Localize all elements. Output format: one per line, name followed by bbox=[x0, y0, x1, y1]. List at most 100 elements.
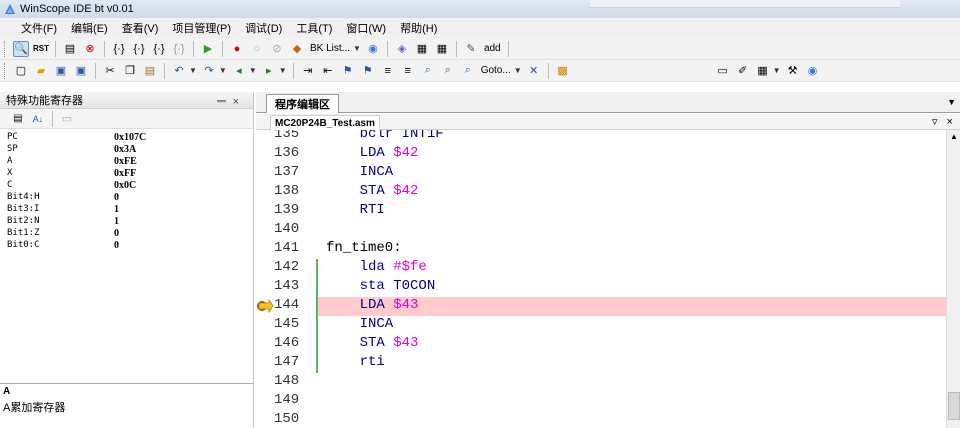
find-icon[interactable]: ⌕ bbox=[420, 63, 436, 79]
add-tool-icon[interactable]: ✎ bbox=[463, 41, 479, 57]
code-line[interactable]: 142 lda #$fe bbox=[256, 259, 946, 278]
step-into-icon[interactable]: {·} bbox=[111, 41, 127, 57]
watch-window-icon[interactable]: ▦ bbox=[434, 41, 450, 57]
properties-icon[interactable]: ✐ bbox=[735, 63, 751, 79]
code-line[interactable]: 148 bbox=[256, 373, 946, 392]
code-line[interactable]: 141 fn_time0: bbox=[256, 240, 946, 259]
menu-item[interactable]: 编辑(E) bbox=[64, 20, 115, 36]
tab-program-editor[interactable]: 程序编辑区 bbox=[266, 94, 339, 113]
register-value[interactable]: 0xFF bbox=[114, 168, 136, 179]
register-value[interactable]: 0 bbox=[114, 240, 119, 251]
register-value[interactable]: 0 bbox=[114, 192, 119, 203]
clear-breakpoints-icon[interactable]: ⊘ bbox=[269, 41, 285, 57]
code-line[interactable]: 140 bbox=[256, 221, 946, 240]
reset-icon[interactable]: RST bbox=[33, 41, 49, 57]
toolbar-grip[interactable] bbox=[4, 62, 7, 79]
code-line[interactable]: 145 INCA bbox=[256, 316, 946, 335]
inspect-icon[interactable]: 🔍 bbox=[13, 40, 29, 57]
register-row[interactable]: Bit4:H 0 bbox=[0, 191, 253, 203]
navigate-back-icon[interactable]: ◂ bbox=[231, 63, 247, 79]
outdent-icon[interactable]: ⇤ bbox=[320, 63, 336, 79]
cut-icon[interactable]: ✂ bbox=[102, 63, 118, 79]
register-row[interactable]: X 0xFF bbox=[0, 167, 253, 179]
window-layout-icon[interactable]: ▭ bbox=[715, 63, 731, 79]
chevron-down-icon[interactable]: ▼ bbox=[773, 66, 781, 75]
register-row[interactable]: Bit0:C 0 bbox=[0, 239, 253, 251]
code-editor[interactable]: 135 bclr INT1F 136 LDA $42 137 INCA 138 STA… bbox=[256, 130, 946, 428]
menu-item[interactable]: 查看(V) bbox=[115, 20, 166, 36]
breakpoint-list-icon[interactable]: ◆ bbox=[289, 41, 305, 57]
register-value[interactable]: 0xFE bbox=[114, 156, 137, 167]
redo-icon[interactable]: ↷ bbox=[201, 63, 217, 79]
chevron-down-icon[interactable]: ▼ bbox=[514, 66, 522, 75]
paste-icon[interactable]: ▤ bbox=[142, 63, 158, 79]
code-line[interactable]: 138 STA $42 bbox=[256, 183, 946, 202]
toolbar-grip[interactable] bbox=[4, 40, 7, 57]
chevron-down-icon[interactable]: ▼ bbox=[353, 44, 361, 53]
sort-alphabetical-icon[interactable]: A↓ bbox=[30, 111, 46, 127]
register-value[interactable]: 1 bbox=[114, 216, 119, 227]
categorized-icon[interactable]: ▤ bbox=[10, 111, 26, 127]
panel-pin-close[interactable]: ᆖ× bbox=[216, 93, 245, 109]
code-line[interactable]: 139 RTI bbox=[256, 202, 946, 221]
undo-icon[interactable]: ↶ bbox=[171, 63, 187, 79]
stop-icon[interactable]: ⊗ bbox=[82, 41, 98, 57]
code-line[interactable]: 137 INCA bbox=[256, 164, 946, 183]
chevron-down-icon[interactable]: ▼ bbox=[249, 66, 257, 75]
bookmark-next-icon[interactable]: ⚑ bbox=[360, 63, 376, 79]
scroll-thumb[interactable] bbox=[948, 392, 960, 420]
help-icon[interactable]: ◉ bbox=[365, 41, 381, 57]
register-row[interactable]: A 0xFE bbox=[0, 155, 253, 167]
find-next-icon[interactable]: ⌕ bbox=[440, 63, 456, 79]
register-row[interactable]: C 0x0C bbox=[0, 179, 253, 191]
file-tab-controls[interactable]: ▿ × bbox=[932, 115, 956, 128]
comment-icon[interactable]: ≡ bbox=[380, 63, 396, 79]
breakpoint-disabled-icon[interactable]: ○ bbox=[249, 41, 265, 57]
breakpoint-arrow-icon[interactable] bbox=[256, 299, 274, 313]
menu-item[interactable]: 帮助(H) bbox=[393, 20, 444, 36]
step-out-icon[interactable]: {·} bbox=[151, 41, 167, 57]
vertical-scrollbar[interactable]: ▲ bbox=[946, 130, 960, 428]
replace-icon[interactable]: ⌕ bbox=[460, 63, 476, 79]
close-icon[interactable]: × bbox=[233, 96, 245, 108]
menu-item[interactable]: 窗口(W) bbox=[339, 20, 393, 36]
clear-icon[interactable]: ✕ bbox=[526, 63, 542, 79]
register-window-icon[interactable]: ▦ bbox=[414, 41, 430, 57]
code-line[interactable]: 136 LDA $42 bbox=[256, 145, 946, 164]
code-line[interactable]: 149 bbox=[256, 392, 946, 411]
indent-icon[interactable]: ⇥ bbox=[300, 63, 316, 79]
run-icon[interactable]: ▶ bbox=[200, 41, 216, 57]
goto-button[interactable]: Goto... bbox=[481, 65, 511, 76]
menu-item[interactable]: 文件(F) bbox=[14, 20, 64, 36]
menu-item[interactable]: 调试(D) bbox=[238, 20, 289, 36]
save-icon[interactable]: ▣ bbox=[53, 63, 69, 79]
save-all-icon[interactable]: ▣ bbox=[73, 63, 89, 79]
chevron-down-icon[interactable]: ▼ bbox=[219, 66, 227, 75]
menu-item[interactable]: 工具(T) bbox=[289, 20, 339, 36]
chevron-down-icon[interactable]: ▼ bbox=[279, 66, 287, 75]
navigate-forward-icon[interactable]: ▸ bbox=[261, 63, 277, 79]
register-row[interactable]: Bit2:N 1 bbox=[0, 215, 253, 227]
document-icon[interactable]: ▤ bbox=[62, 41, 78, 57]
memory-icon[interactable]: ◈ bbox=[394, 41, 410, 57]
code-line[interactable]: 150 bbox=[256, 411, 946, 428]
code-line[interactable]: 147 rti bbox=[256, 354, 946, 373]
bk-list-button[interactable]: BK List... bbox=[310, 43, 350, 54]
view-icon[interactable]: ▦ bbox=[755, 63, 771, 79]
code-line[interactable]: 144 LDA $43 bbox=[256, 297, 946, 316]
register-value[interactable]: 1 bbox=[114, 204, 119, 215]
pin-icon[interactable]: ᆖ bbox=[216, 96, 232, 108]
property-pages-icon[interactable]: ▭ bbox=[59, 111, 75, 127]
run-to-cursor-icon[interactable]: {·} bbox=[171, 41, 187, 57]
register-row[interactable]: Bit3:I 1 bbox=[0, 203, 253, 215]
code-line[interactable]: 135 bclr INT1F bbox=[256, 130, 946, 145]
uncomment-icon[interactable]: ≡ bbox=[400, 63, 416, 79]
new-file-icon[interactable]: ▢ bbox=[13, 63, 29, 79]
format-icon[interactable]: ▩ bbox=[555, 63, 571, 79]
add-button[interactable]: add bbox=[484, 43, 501, 54]
scroll-up-icon[interactable]: ▲ bbox=[950, 132, 958, 141]
chevron-down-icon[interactable]: ▼ bbox=[189, 66, 197, 75]
register-row[interactable]: PC 0x107C bbox=[0, 131, 253, 143]
tools-icon[interactable]: ⚒ bbox=[785, 63, 801, 79]
code-line[interactable]: 146 STA $43 bbox=[256, 335, 946, 354]
